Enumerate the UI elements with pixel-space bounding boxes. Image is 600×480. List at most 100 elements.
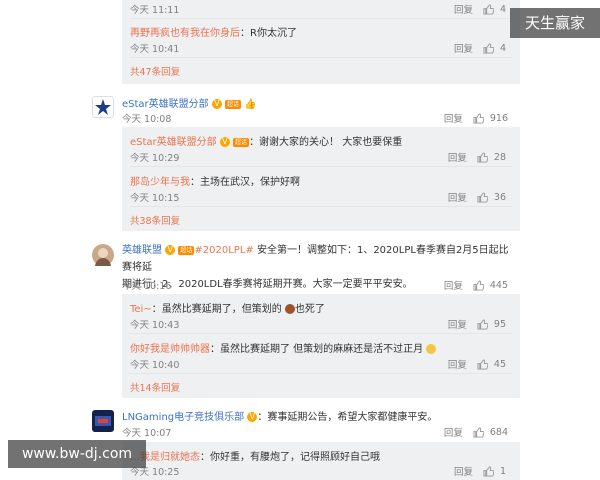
comment-actions: 回复 445 (444, 278, 508, 293)
reply-button[interactable]: 回复 (448, 150, 467, 164)
like-button[interactable]: 445 (473, 280, 508, 291)
lng-logo-icon (95, 416, 111, 426)
reply-block: …我是归就她态：你好重，有腰炮了，记得照顾好自己哦 今天 10:25 回复 1 (122, 442, 520, 480)
reply-time: 今天 10:15 (130, 193, 180, 204)
super-topic-badge: 超话 (225, 99, 242, 109)
comment-author-link[interactable]: LNGaming电子竞技俱乐部 (122, 412, 244, 423)
comment-text: 👍 (244, 99, 257, 110)
reply-author-link[interactable]: 那岛少年与我 (130, 177, 190, 188)
comment-time: 今天 10:16 (122, 281, 172, 292)
more-replies-link[interactable]: 共47条回复 (130, 67, 180, 78)
reply-button[interactable]: 回复 (444, 278, 463, 292)
reply-time: 今天 10:40 (130, 360, 180, 371)
reply-button[interactable]: 回复 (448, 357, 467, 371)
reply-author-link[interactable]: Tei~ (130, 304, 152, 315)
like-button[interactable]: 4 (483, 43, 506, 54)
reply-time: 今天 11:11 (130, 5, 180, 16)
divider (130, 373, 512, 374)
divider (130, 166, 512, 167)
like-count: 28 (493, 151, 506, 163)
reply-time: 今天 10:29 (130, 153, 180, 164)
reply-text: ：你好重，有腰炮了，记得照顾好自己哦 (200, 452, 380, 463)
like-button[interactable]: 95 (477, 319, 506, 330)
reply-button[interactable]: 回复 (444, 425, 463, 439)
comment-text: ：赛事延期公告，希望大家都健康平安。 (257, 412, 438, 423)
reply-actions: 回复 4 (454, 41, 506, 56)
like-button[interactable]: 4 (483, 4, 506, 15)
thumb-up-icon (483, 42, 494, 54)
hashtag-link[interactable]: #2020LPL# (194, 245, 253, 256)
reply-actions: 回复 1 (454, 464, 506, 479)
divider (130, 18, 512, 19)
like-count: 36 (493, 191, 506, 203)
comment-actions: 回复 916 (444, 111, 508, 126)
thumb-up-icon (473, 426, 484, 438)
like-button[interactable]: 684 (473, 427, 508, 438)
reply-actions: 回复 28 (448, 150, 506, 165)
reply-actions: 回复 45 (448, 357, 506, 372)
like-button[interactable]: 28 (477, 152, 506, 163)
reply-button[interactable]: 回复 (448, 317, 467, 331)
reply-button[interactable]: 回复 (454, 464, 473, 478)
like-count: 445 (489, 279, 508, 291)
reply-text: ：主场在武汉，保护好啊 (190, 177, 300, 188)
reply-author-link[interactable]: eStar英雄联盟分部 (130, 137, 217, 148)
divider (130, 206, 512, 207)
reply-block: eStar英雄联盟分部 V 超话 ：谢谢大家的关心！ 大家也要保重 今天 10:2… (122, 127, 520, 231)
comment-time: 今天 10:08 (122, 114, 172, 125)
like-count: 916 (489, 112, 508, 124)
verified-icon: V (165, 245, 176, 255)
reply-text: ：虽然比赛延期了 但策划的麻麻还是活不过正月 (210, 344, 424, 355)
like-button[interactable]: 45 (477, 359, 506, 370)
comment-author-link[interactable]: eStar英雄联盟分部 (122, 99, 209, 110)
like-button[interactable]: 1 (483, 466, 506, 477)
reply-author-link[interactable]: 你好我是帅帅帅器 (130, 344, 210, 355)
comment-time: 今天 10:07 (122, 428, 172, 439)
like-button[interactable]: 916 (473, 113, 508, 124)
comment-actions: 回复 684 (444, 425, 508, 440)
thumb-up-icon (483, 465, 494, 477)
more-replies-link[interactable]: 共14条回复 (130, 383, 180, 394)
reply-block-top: 今天 11:11 回复 4 再野再疯也有我在你身后：R你太沉了 今天 10:41… (122, 0, 520, 84)
avatar[interactable] (92, 96, 114, 118)
crying-emoji-icon (426, 344, 437, 354)
like-count: 4 (499, 3, 506, 15)
comment-header: eStar英雄联盟分部 V 超话 👍 (122, 95, 512, 110)
like-count: 1 (499, 465, 506, 477)
verified-icon: V (219, 137, 230, 147)
comment-header: LNGaming电子竞技俱乐部 V ：赛事延期公告，希望大家都健康平安。 (122, 408, 514, 423)
reply-block: Tei~：虽然比赛延期了，但策划的 也死了 今天 10:43 回复 95 你好我… (122, 294, 520, 398)
reply-text: ：R你太沉了 (240, 28, 297, 39)
like-button[interactable]: 36 (477, 192, 506, 203)
thumb-up-icon (477, 358, 488, 370)
reply-button[interactable]: 回复 (454, 41, 473, 55)
verified-icon: V (211, 99, 222, 109)
thumb-up-icon (477, 318, 488, 330)
like-count: 95 (493, 318, 506, 330)
reply-button[interactable]: 回复 (454, 2, 473, 16)
more-replies-link[interactable]: 共38条回复 (130, 216, 180, 227)
watermark-top-right: 天生赢家 (510, 8, 600, 38)
reply-actions: 回复 36 (448, 190, 506, 205)
reply-time: 今天 10:25 (130, 467, 180, 478)
avatar[interactable] (92, 410, 114, 432)
divider (130, 333, 512, 334)
like-count: 4 (499, 42, 506, 54)
thumb-up-icon (473, 112, 484, 124)
estar-logo-icon (95, 99, 111, 115)
like-count: 684 (489, 426, 508, 438)
reply-text: ：谢谢大家的关心！ 大家也要保重 (249, 137, 403, 148)
avatar[interactable] (92, 244, 114, 266)
divider (130, 57, 512, 58)
watermark-bottom-left: www.bw-dj.com (8, 440, 146, 468)
super-topic-badge: 超话 (233, 137, 250, 147)
reply-time: 今天 10:41 (130, 44, 180, 55)
reply-author-link[interactable]: 再野再疯也有我在你身后 (130, 28, 240, 39)
reply-button[interactable]: 回复 (444, 111, 463, 125)
reply-text-tail: 也死了 (294, 304, 325, 315)
reply-actions: 回复 4 (454, 2, 506, 17)
reply-actions: 回复 95 (448, 317, 506, 332)
reply-button[interactable]: 回复 (448, 190, 467, 204)
comment-author-link[interactable]: 英雄联盟 (122, 245, 162, 256)
like-count: 45 (493, 358, 506, 370)
